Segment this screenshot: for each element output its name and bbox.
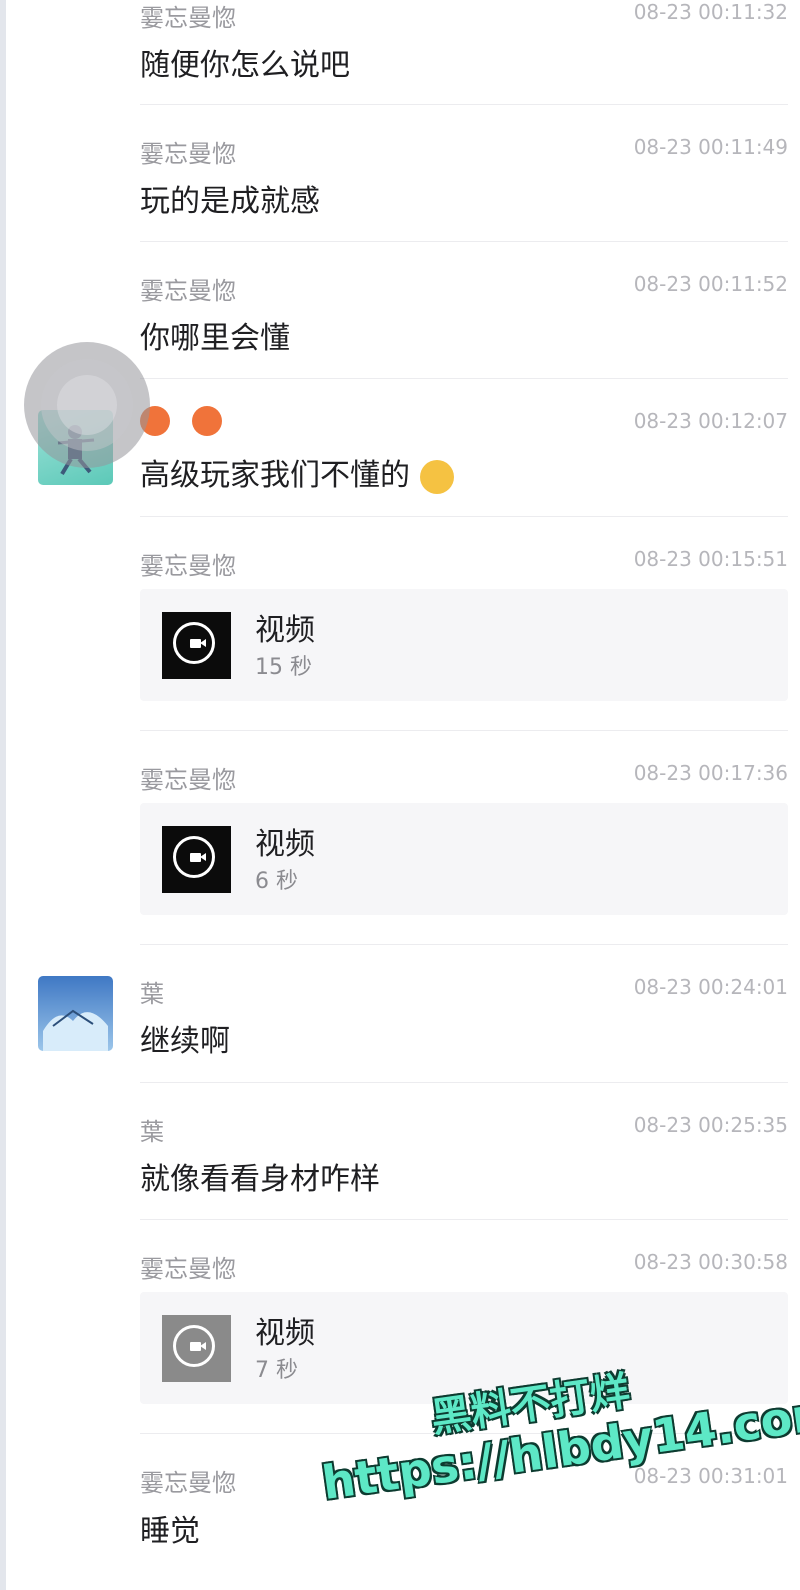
message-text[interactable]: 就像看看身材咋样 — [140, 1154, 380, 1198]
avatar[interactable] — [38, 976, 113, 1051]
message-text[interactable]: 随便你怎么说吧 — [140, 40, 350, 84]
timestamp: 08-23 00:17:36 — [633, 761, 788, 785]
timestamp: 08-23 00:11:49 — [633, 135, 788, 159]
sender-name: 霎忘曼惚 — [140, 140, 236, 168]
message-text[interactable]: 继续啊 — [140, 1016, 230, 1060]
divider — [140, 241, 788, 242]
video-camera-icon — [173, 836, 215, 878]
sender-name: 霎忘曼惚 — [140, 766, 236, 794]
sender-name: 葉 — [140, 1118, 164, 1146]
video-camera-icon — [173, 622, 215, 664]
timestamp: 08-23 00:15:51 — [633, 547, 788, 571]
video-duration: 15 秒 — [255, 655, 312, 680]
timestamp: 08-23 00:12:07 — [633, 409, 788, 433]
timestamp: 08-23 00:24:01 — [633, 975, 788, 999]
divider — [140, 516, 788, 517]
video-title: 视频 — [255, 827, 315, 862]
message-text[interactable]: 玩的是成就感 — [140, 176, 320, 220]
floating-assistive-button[interactable] — [24, 342, 150, 468]
video-thumbnail — [162, 612, 231, 679]
avatar-snow-tree-icon — [43, 1009, 108, 1051]
divider — [140, 104, 788, 105]
video-card[interactable]: 视频 6 秒 — [140, 803, 788, 915]
video-duration: 6 秒 — [255, 869, 298, 894]
video-thumbnail — [162, 1315, 231, 1382]
message-text[interactable]: 睡觉 — [140, 1506, 200, 1550]
video-card[interactable]: 视频 15 秒 — [140, 589, 788, 701]
divider — [140, 730, 788, 731]
sender-name: 霎忘曼惚 — [140, 1469, 236, 1497]
divider — [140, 1219, 788, 1220]
message-text[interactable]: 你哪里会懂 — [140, 313, 290, 357]
message-text[interactable]: 高级玩家我们不懂的 — [140, 450, 454, 494]
video-camera-icon — [173, 1325, 215, 1367]
left-edge-bar — [0, 0, 6, 1590]
timestamp: 08-23 00:25:35 — [633, 1113, 788, 1137]
timestamp: 08-23 00:31:01 — [633, 1464, 788, 1488]
divider — [140, 1082, 788, 1083]
video-thumbnail — [162, 826, 231, 893]
video-title: 视频 — [255, 1316, 315, 1351]
message-text-content: 高级玩家我们不懂的 — [140, 458, 410, 493]
angry-face-emoji — [191, 406, 222, 436]
thinking-face-emoji — [419, 459, 454, 494]
sender-name: 霎忘曼惚 — [140, 552, 236, 580]
sender-name: 霎忘曼惚 — [140, 1255, 236, 1283]
timestamp: 08-23 00:11:32 — [633, 0, 788, 24]
video-title: 视频 — [255, 613, 315, 648]
divider — [140, 378, 788, 379]
timestamp: 08-23 00:11:52 — [633, 272, 788, 296]
sender-name: 霎忘曼惚 — [140, 4, 236, 32]
sender-name: 葉 — [140, 980, 164, 1008]
divider — [140, 944, 788, 945]
timestamp: 08-23 00:30:58 — [633, 1250, 788, 1274]
sender-emoji-name — [140, 406, 222, 436]
sender-name: 霎忘曼惚 — [140, 277, 236, 305]
video-duration: 7 秒 — [255, 1358, 298, 1383]
